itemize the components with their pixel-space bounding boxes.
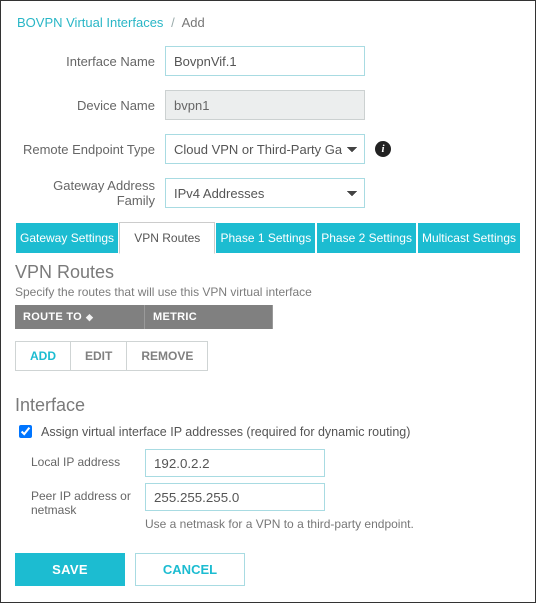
sort-icon: ◆ xyxy=(86,312,93,322)
column-route-to[interactable]: ROUTE TO◆ xyxy=(15,305,145,329)
tab-multicast-settings[interactable]: Multicast Settings xyxy=(417,222,521,254)
breadcrumb-current: Add xyxy=(182,15,205,30)
routes-action-buttons: ADD EDIT REMOVE xyxy=(15,341,208,371)
info-icon[interactable]: i xyxy=(375,141,391,157)
remote-endpoint-select[interactable]: Cloud VPN or Third-Party Gateway xyxy=(165,134,365,164)
remote-endpoint-label: Remote Endpoint Type xyxy=(15,142,165,157)
vpn-routes-subtitle: Specify the routes that will use this VP… xyxy=(15,285,521,299)
cancel-button[interactable]: CANCEL xyxy=(135,553,245,586)
add-button[interactable]: ADD xyxy=(16,342,71,370)
breadcrumb: BOVPN Virtual Interfaces / Add xyxy=(15,11,521,40)
peer-ip-label: Peer IP address or netmask xyxy=(15,483,145,517)
peer-ip-hint: Use a netmask for a VPN to a third-party… xyxy=(145,517,414,531)
interface-name-input[interactable] xyxy=(165,46,365,76)
device-name-label: Device Name xyxy=(15,98,165,113)
breadcrumb-separator: / xyxy=(171,15,175,30)
remove-button[interactable]: REMOVE xyxy=(127,342,207,370)
tab-bar: Gateway Settings VPN Routes Phase 1 Sett… xyxy=(15,222,521,254)
tab-phase1-settings[interactable]: Phase 1 Settings xyxy=(215,222,316,254)
peer-ip-input[interactable] xyxy=(145,483,325,511)
interface-title: Interface xyxy=(15,395,521,416)
routes-table-header: ROUTE TO◆ METRIC xyxy=(15,305,521,329)
tab-vpn-routes[interactable]: VPN Routes xyxy=(119,222,215,254)
column-metric[interactable]: METRIC xyxy=(145,305,273,329)
gateway-family-label: Gateway Address Family xyxy=(15,178,165,208)
device-name-input xyxy=(165,90,365,120)
tab-gateway-settings[interactable]: Gateway Settings xyxy=(15,222,119,254)
local-ip-label: Local IP address xyxy=(15,449,145,469)
gateway-family-select[interactable]: IPv4 Addresses xyxy=(165,178,365,208)
vpn-routes-title: VPN Routes xyxy=(15,262,521,283)
interface-name-label: Interface Name xyxy=(15,54,165,69)
tab-phase2-settings[interactable]: Phase 2 Settings xyxy=(316,222,417,254)
assign-ip-checkbox[interactable] xyxy=(19,425,32,438)
local-ip-input[interactable] xyxy=(145,449,325,477)
edit-button[interactable]: EDIT xyxy=(71,342,127,370)
save-button[interactable]: SAVE xyxy=(15,553,125,586)
breadcrumb-parent-link[interactable]: BOVPN Virtual Interfaces xyxy=(17,15,163,30)
assign-ip-label: Assign virtual interface IP addresses (r… xyxy=(41,425,410,439)
